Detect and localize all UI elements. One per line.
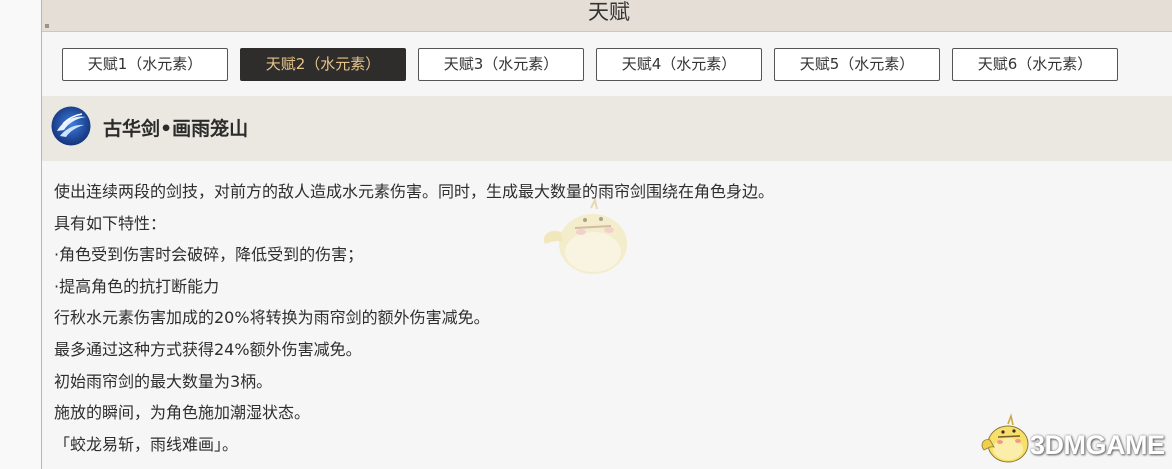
- left-gutter: [0, 0, 41, 469]
- water-sword-swirl-icon: [51, 106, 91, 146]
- watermark-text: 3DMGAME: [1030, 430, 1165, 460]
- tab-talent-5[interactable]: 天赋5（水元素）: [774, 48, 940, 81]
- tab-talent-2[interactable]: 天赋2（水元素）: [240, 48, 406, 81]
- tab-talent-6[interactable]: 天赋6（水元素）: [952, 48, 1118, 81]
- duck-mascot-icon: [981, 413, 1029, 463]
- page-title: 天赋: [588, 0, 630, 24]
- tab-talent-1[interactable]: 天赋1（水元素）: [62, 48, 228, 81]
- talent-tabs: 天赋1（水元素） 天赋2（水元素） 天赋3（水元素） 天赋4（水元素） 天赋5（…: [42, 32, 1172, 96]
- skill-header: 古华剑•画雨笼山: [42, 96, 1172, 161]
- tab-talent-3[interactable]: 天赋3（水元素）: [418, 48, 584, 81]
- description-line: 最多通过这种方式获得24%额外伤害减免。: [54, 339, 362, 359]
- description-line: 初始雨帘剑的最大数量为3柄。: [54, 371, 273, 391]
- duck-mascot-watermark-icon: [543, 197, 627, 274]
- tab-talent-4[interactable]: 天赋4（水元素）: [596, 48, 762, 81]
- description-line: 行秋水元素伤害加成的20%将转换为雨帘剑的额外伤害减免。: [54, 308, 490, 328]
- skill-name: 古华剑•画雨笼山: [103, 118, 249, 140]
- watermark: 3DMGAME: [978, 412, 1168, 466]
- panel-header: 天赋: [42, 0, 1172, 32]
